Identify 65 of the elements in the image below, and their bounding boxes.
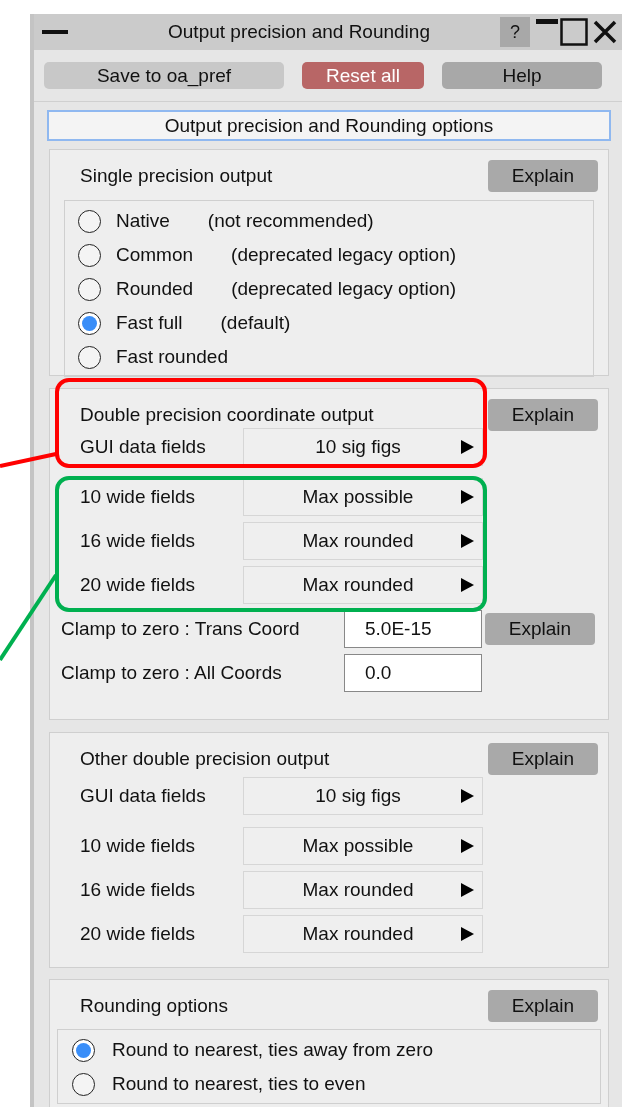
option-label: Native [116, 208, 170, 233]
value-input-field[interactable]: 0.0 [344, 654, 482, 692]
right-triangle-icon [461, 789, 474, 803]
window-title: Output precision and Rounding [167, 19, 431, 44]
right-triangle-icon [461, 883, 474, 897]
field-label: GUI data fields [80, 434, 207, 459]
field-label: 16 wide fields [80, 877, 197, 902]
right-triangle-icon [461, 490, 474, 504]
right-triangle-icon [461, 927, 474, 941]
right-triangle-icon [461, 440, 474, 454]
explain-button[interactable]: Explain [488, 399, 598, 431]
radio-button[interactable] [78, 345, 101, 369]
option-note: (not recommended) [207, 208, 374, 233]
option-label: Common [116, 242, 194, 267]
radio-button[interactable] [78, 209, 101, 233]
dropdown-button[interactable]: Max rounded [243, 871, 483, 909]
help-icon-button[interactable]: ? [500, 17, 530, 47]
dropdown-button[interactable]: 10 sig figs [243, 428, 483, 466]
section-title: Double precision coordinate output [80, 403, 374, 427]
dropdown-button[interactable]: Max possible [243, 478, 483, 516]
field-label: 16 wide fields [80, 528, 197, 553]
right-triangle-icon [461, 534, 474, 548]
radio-button[interactable] [72, 1072, 95, 1096]
explain-button[interactable]: Explain [488, 743, 598, 775]
field-label: 10 wide fields [80, 484, 197, 509]
close-icon[interactable] [592, 19, 618, 45]
field-label: 20 wide fields [80, 572, 197, 597]
field-label: 10 wide fields [80, 833, 197, 858]
section-title: Rounding options [80, 994, 228, 1018]
leader-line [0, 452, 57, 468]
dropdown-button[interactable]: Max rounded [243, 915, 483, 953]
explain-button[interactable]: Explain [485, 613, 595, 645]
section-heading: Output precision and Rounding options [47, 110, 611, 141]
value-input-field[interactable]: 5.0E-15 [344, 610, 482, 648]
section-title: Single precision output [80, 164, 273, 188]
toolbar-button[interactable]: Reset all [302, 62, 424, 89]
option-note: (deprecated legacy option) [231, 242, 457, 267]
section-title: Other double precision output [80, 747, 330, 771]
option-label: Fast full [116, 310, 183, 335]
explain-button[interactable]: Explain [488, 990, 598, 1022]
clamp-label: Clamp to zero : All Coords [61, 660, 283, 685]
option-note: (deprecated legacy option) [231, 276, 457, 301]
radio-button[interactable] [78, 311, 101, 335]
explain-button[interactable]: Explain [488, 160, 598, 192]
clamp-label: Clamp to zero : Trans Coord [61, 616, 301, 641]
option-note: (default) [220, 310, 291, 335]
dropdown-button[interactable]: 10 sig figs [243, 777, 483, 815]
minimize-icon[interactable] [536, 19, 558, 25]
field-label: GUI data fields [80, 783, 207, 808]
right-triangle-icon [461, 839, 474, 853]
option-label: Round to nearest, ties to even [112, 1071, 366, 1096]
toolbar-button[interactable]: Help [442, 62, 602, 89]
field-label: 20 wide fields [80, 921, 197, 946]
dropdown-button[interactable]: Max possible [243, 827, 483, 865]
maximize-icon[interactable] [560, 18, 588, 46]
toolbar-button[interactable]: Save to oa_pref [44, 62, 284, 89]
option-label: Fast rounded [116, 344, 228, 369]
option-label: Rounded [116, 276, 194, 301]
radio-button[interactable] [78, 277, 101, 301]
dropdown-button[interactable]: Max rounded [243, 522, 483, 560]
radio-button[interactable] [72, 1038, 95, 1062]
option-label: Round to nearest, ties away from zero [112, 1037, 434, 1062]
radio-button[interactable] [78, 243, 101, 267]
right-triangle-icon [461, 578, 474, 592]
dropdown-button[interactable]: Max rounded [243, 566, 483, 604]
